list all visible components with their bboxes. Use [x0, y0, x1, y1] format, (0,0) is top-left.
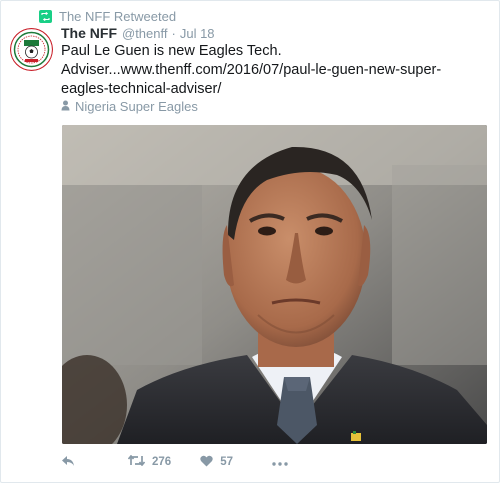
tweet-timestamp[interactable]: Jul 18: [180, 26, 215, 41]
reply-button[interactable]: [61, 455, 75, 470]
location-label: Nigeria Super Eagles: [75, 98, 198, 114]
retweet-icon: [127, 454, 146, 469]
nff-logo-icon: [10, 28, 53, 71]
reply-icon: [61, 455, 75, 470]
tweet-text: Paul Le Guen is new Eagles Tech. Adviser…: [61, 42, 481, 99]
like-count: 57: [220, 456, 233, 468]
retweet-icon: [39, 9, 52, 23]
tweet-actions: 276 57: [61, 452, 288, 472]
author-name[interactable]: The NFF: [61, 25, 117, 41]
like-button[interactable]: 57: [200, 455, 233, 470]
retweet-context[interactable]: The NFF Retweeted: [39, 7, 176, 25]
tweet-header: The NFF @thenff · Jul 18: [61, 25, 215, 43]
retweet-button[interactable]: 276: [127, 454, 172, 469]
portrait-photo: [62, 125, 487, 444]
tweet-card[interactable]: The NFF Retweeted The NFF @thenff · Jul …: [0, 0, 500, 483]
tweet-location[interactable]: Nigeria Super Eagles: [61, 98, 198, 114]
heart-icon: [200, 455, 213, 470]
tweet-photo[interactable]: [62, 125, 487, 444]
retweet-context-label: The NFF Retweeted: [59, 8, 177, 24]
location-pin-icon: [61, 99, 70, 114]
avatar[interactable]: [10, 28, 53, 71]
more-icon: [272, 455, 288, 469]
author-handle[interactable]: @thenff: [122, 26, 168, 41]
header-separator: ·: [171, 26, 176, 41]
retweet-count: 276: [152, 456, 172, 468]
more-button[interactable]: [272, 455, 288, 469]
